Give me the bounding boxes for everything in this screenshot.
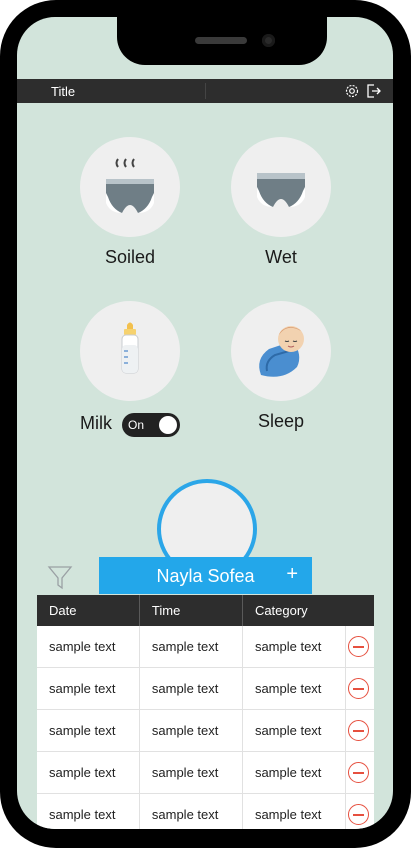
wet-tile[interactable]: Wet [231,137,331,268]
cell-date: sample text [37,751,140,794]
phone-frame: Title Soiled Wet Milk On Sleep Nayla Sof… [0,0,411,848]
cell-date: sample text [37,667,140,710]
delete-cell [345,667,374,710]
cell-time: sample text [139,793,243,829]
sleep-button[interactable] [231,301,331,401]
soiled-label: Soiled [104,247,156,267]
title-bar: Title [17,79,393,103]
table-row[interactable]: sample text sample text sample text [37,751,374,794]
logout-icon[interactable] [364,82,382,100]
sleep-tile[interactable]: Sleep [231,301,331,432]
toggle-state-label: On [128,418,145,432]
child-name-bar[interactable]: Nayla Sofea + [99,557,312,594]
table-row[interactable]: sample text sample text sample text [37,793,374,829]
cell-time: sample text [139,709,243,752]
cell-category: sample text [242,751,347,794]
delete-cell [345,751,374,794]
soiled-diaper-icon [106,158,154,213]
milk-tile[interactable] [80,301,180,401]
cell-time: sample text [139,751,243,794]
cell-category: sample text [242,667,347,710]
table-row[interactable]: sample text sample text sample text [37,626,374,668]
sleep-label: Sleep [257,411,305,431]
minus-circle-icon[interactable] [348,720,369,741]
minus-circle-icon[interactable] [348,678,369,699]
wet-label: Wet [265,247,297,267]
column-header-actions [345,595,374,626]
gear-icon[interactable] [343,82,361,100]
cell-time: sample text [139,626,243,668]
sleeping-baby-icon [259,326,304,377]
minus-circle-icon[interactable] [348,804,369,825]
table-header-row: Date Time Category [37,595,374,626]
table-row[interactable]: sample text sample text sample text [37,709,374,752]
delete-cell [345,626,374,668]
milk-button[interactable] [80,301,180,401]
table-row[interactable]: sample text sample text sample text [37,667,374,710]
soiled-tile[interactable]: Soiled [80,137,180,268]
activity-table: Date Time Category sample text sample te… [37,595,374,829]
minus-circle-icon[interactable] [348,636,369,657]
delete-cell [345,709,374,752]
column-header-category[interactable]: Category [242,595,346,626]
toggle-knob[interactable] [159,416,177,434]
milk-label: Milk [80,413,112,433]
soiled-button[interactable] [80,137,180,237]
filter-icon[interactable] [46,563,74,591]
wet-diaper-icon [257,173,305,207]
cell-date: sample text [37,626,140,668]
title-divider [205,83,206,99]
cell-date: sample text [37,793,140,829]
app-screen: Title Soiled Wet Milk On Sleep Nayla Sof… [17,17,393,829]
cell-category: sample text [242,626,347,668]
cell-time: sample text [139,667,243,710]
column-header-date[interactable]: Date [37,595,140,626]
wet-button[interactable] [231,137,331,237]
cell-category: sample text [242,709,347,752]
delete-cell [345,793,374,829]
front-camera [262,34,275,47]
cell-category: sample text [242,793,347,829]
minus-circle-icon[interactable] [348,762,369,783]
cell-date: sample text [37,709,140,752]
page-title: Title [51,84,76,99]
device-notch [117,17,327,65]
column-header-time[interactable]: Time [139,595,243,626]
plus-icon[interactable]: + [286,563,298,586]
speaker-grille [195,37,247,44]
milk-bottle-icon [121,322,139,374]
milk-toggle[interactable]: On [122,413,180,437]
child-name: Nayla Sofea [156,566,255,586]
